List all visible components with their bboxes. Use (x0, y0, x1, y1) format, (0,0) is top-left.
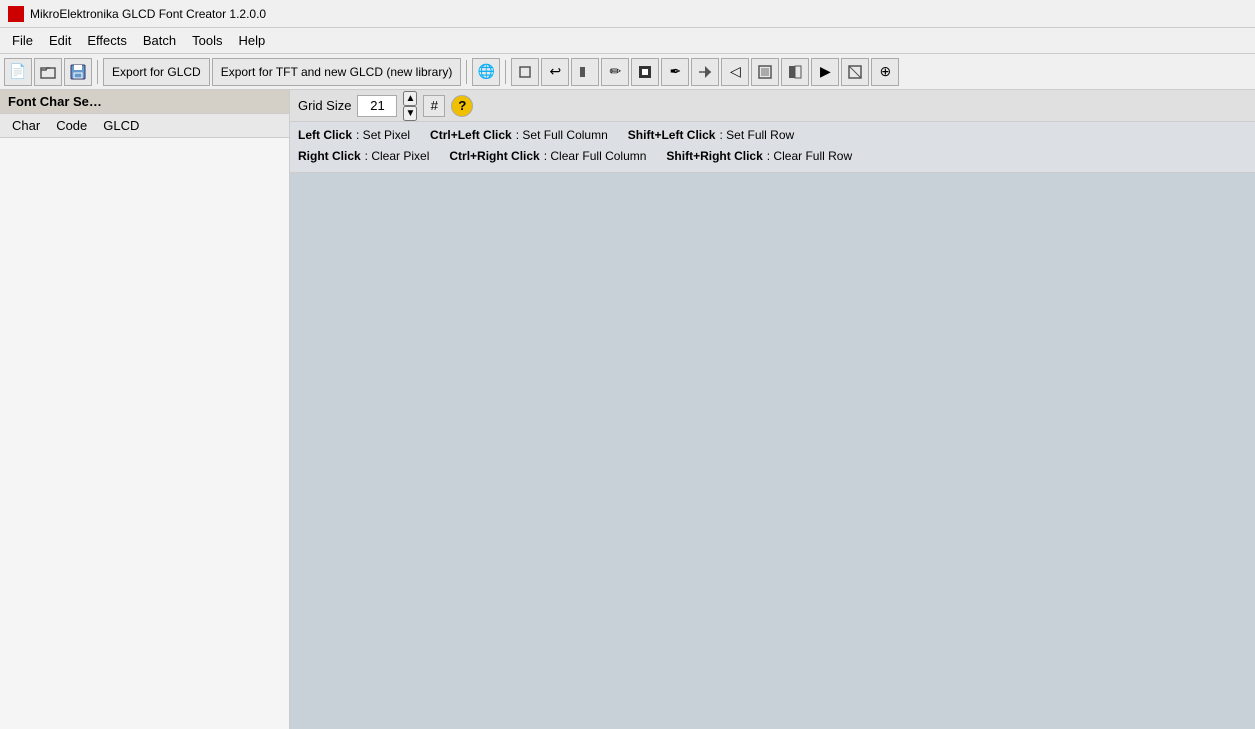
grid-size-down[interactable]: ▼ (403, 106, 417, 121)
tool7[interactable]: ◁ (721, 58, 749, 86)
shortcut-row-1: Left Click : Set Pixel Ctrl+Left Click :… (298, 126, 1247, 145)
shortcut-shift-right: Shift+Right Click : Clear Full Row (666, 147, 852, 166)
menu-edit[interactable]: Edit (41, 31, 79, 50)
col-code: Code (48, 116, 95, 135)
separator-2 (466, 60, 467, 84)
menu-bar: File Edit Effects Batch Tools Help (0, 28, 1255, 54)
app-title: MikroElektronika GLCD Font Creator 1.2.0… (30, 7, 266, 21)
grid-size-label: Grid Size (298, 98, 351, 113)
tool6[interactable] (691, 58, 719, 86)
undo-button[interactable]: ↩ (541, 58, 569, 86)
tool8[interactable] (751, 58, 779, 86)
grid-toggle-button[interactable]: # (423, 95, 445, 117)
export-glcd-button[interactable]: Export for GLCD (103, 58, 210, 86)
title-bar: MikroElektronika GLCD Font Creator 1.2.0… (0, 0, 1255, 28)
shortcut-left-click: Left Click : Set Pixel (298, 126, 410, 145)
tool5[interactable]: ✒ (661, 58, 689, 86)
save-button[interactable] (64, 58, 92, 86)
new-button[interactable] (4, 58, 32, 86)
tool1[interactable] (511, 58, 539, 86)
col-glcd: GLCD (95, 116, 147, 135)
menu-batch[interactable]: Batch (135, 31, 184, 50)
shortcut-ctrl-right: Ctrl+Right Click : Clear Full Column (449, 147, 646, 166)
column-headers: Char Code GLCD (0, 114, 289, 138)
tool3[interactable]: ✏ (601, 58, 629, 86)
separator-1 (97, 60, 98, 84)
tool10[interactable]: ▶ (811, 58, 839, 86)
menu-help[interactable]: Help (230, 31, 273, 50)
web-button[interactable]: 🌐 (472, 58, 500, 86)
tool2[interactable] (571, 58, 599, 86)
app-icon (8, 6, 24, 22)
left-panel: Font Char Se… Char Code GLCD (0, 90, 290, 729)
main-layout: Font Char Se… Char Code GLCD Grid Size ▲… (0, 90, 1255, 729)
col-char: Char (4, 116, 48, 135)
shortcut-shift-left: Shift+Left Click : Set Full Row (628, 126, 794, 145)
tool4[interactable] (631, 58, 659, 86)
shortcut-right-click: Right Click : Clear Pixel (298, 147, 429, 166)
shortcut-ctrl-left: Ctrl+Left Click : Set Full Column (430, 126, 608, 145)
canvas-panel: Grid Size ▲ ▼ # ? Left Click : Set Pixel… (290, 90, 1255, 729)
separator-3 (505, 60, 506, 84)
shortcuts-bar: Left Click : Set Pixel Ctrl+Left Click :… (290, 122, 1255, 173)
menu-effects[interactable]: Effects (79, 31, 135, 50)
grid-size-up[interactable]: ▲ (403, 91, 417, 106)
menu-file[interactable]: File (4, 31, 41, 50)
tool9[interactable] (781, 58, 809, 86)
grid-bar: Grid Size ▲ ▼ # ? (290, 90, 1255, 122)
help-button[interactable]: ? (451, 95, 473, 117)
shortcut-row-2: Right Click : Clear Pixel Ctrl+Right Cli… (298, 147, 1247, 166)
grid-size-input[interactable] (357, 95, 397, 117)
open-button[interactable] (34, 58, 62, 86)
toolbar: Export for GLCD Export for TFT and new G… (0, 54, 1255, 90)
tool11[interactable] (841, 58, 869, 86)
menu-tools[interactable]: Tools (184, 31, 230, 50)
left-panel-header: Font Char Se… (0, 90, 289, 114)
tool12[interactable]: ⊕ (871, 58, 899, 86)
export-tft-button[interactable]: Export for TFT and new GLCD (new library… (212, 58, 462, 86)
